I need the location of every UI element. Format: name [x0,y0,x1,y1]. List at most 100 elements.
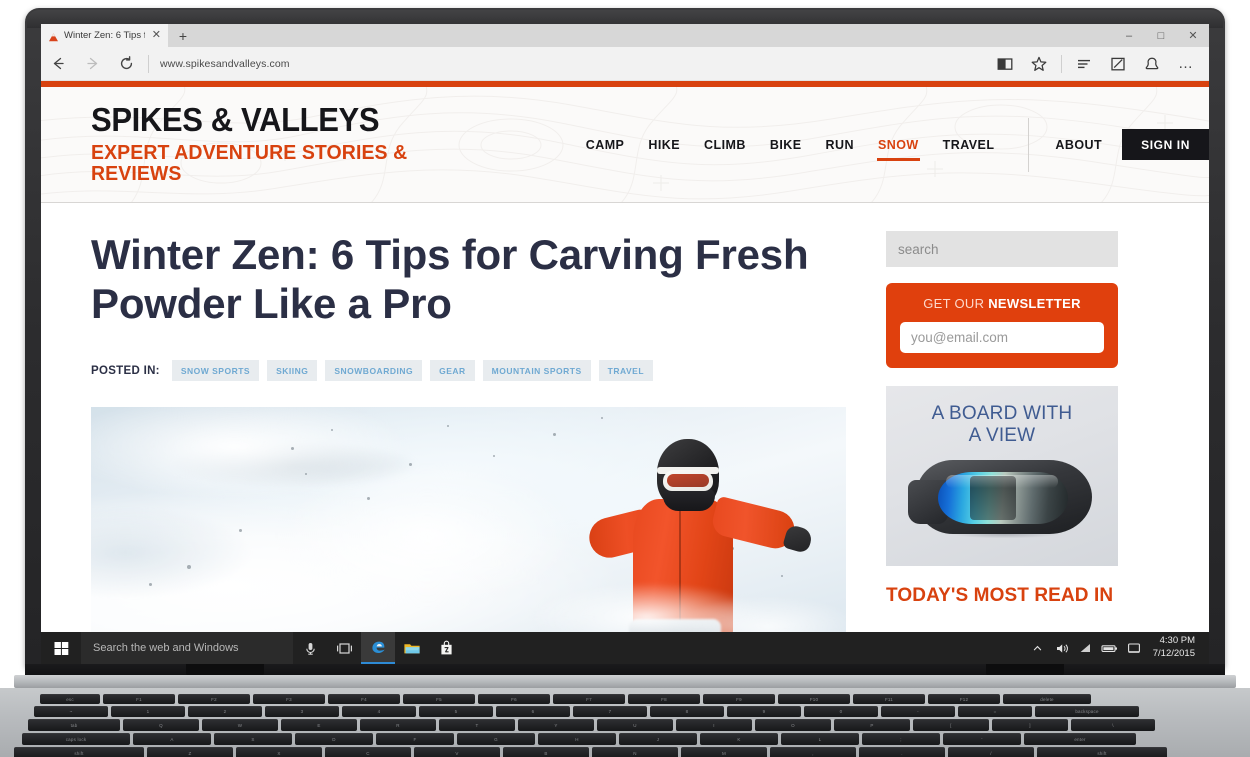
keyboard-key[interactable]: . [859,747,945,757]
keyboard-key[interactable]: H [538,733,616,745]
keyboard-key[interactable]: B [503,747,589,757]
taskbar-search-box[interactable]: Search the web and Windows [81,632,293,664]
keyboard-key[interactable]: F5 [403,694,475,704]
nav-item-hike[interactable]: HIKE [636,138,692,152]
network-icon[interactable] [1075,642,1097,654]
maximize-button[interactable]: □ [1145,30,1177,42]
newsletter-email-box[interactable] [900,322,1104,353]
keyboard-key[interactable]: F [376,733,454,745]
search-box[interactable] [886,231,1118,267]
store-icon[interactable] [429,632,463,664]
keyboard-key[interactable]: shift [14,747,144,757]
keyboard-key[interactable]: M [681,747,767,757]
keyboard-key[interactable]: \ [1071,719,1155,731]
keyboard-key[interactable]: F11 [853,694,925,704]
edge-icon[interactable] [361,632,395,664]
keyboard-key[interactable]: E [281,719,357,731]
new-tab-button[interactable]: + [168,24,198,47]
file-explorer-icon[interactable] [395,632,429,664]
tag-snowboarding[interactable]: SNOWBOARDING [325,360,423,382]
battery-icon[interactable] [1099,643,1121,654]
keyboard-key[interactable]: Q [123,719,199,731]
tag-snow-sports[interactable]: SNOW SPORTS [171,360,260,382]
keyboard-key[interactable]: F6 [478,694,550,704]
keyboard-key[interactable]: F7 [553,694,625,704]
keyboard-key[interactable]: 3 [265,706,339,717]
notification-icon[interactable] [1123,642,1145,655]
keyboard-key[interactable]: 7 [573,706,647,717]
search-input[interactable] [898,241,1106,257]
keyboard-key[interactable]: delete [1003,694,1091,704]
keyboard-key[interactable]: U [597,719,673,731]
keyboard-key[interactable]: F2 [178,694,250,704]
keyboard-key[interactable]: 2 [188,706,262,717]
taskbar-clock[interactable]: 4:30 PM 7/12/2015 [1147,635,1203,661]
forward-icon[interactable] [75,47,109,81]
sidebar-advertisement[interactable]: A BOARD WITH A VIEW [886,386,1118,566]
favorites-star-icon[interactable] [1022,47,1056,81]
keyboard-key[interactable]: tab [28,719,120,731]
keyboard-key[interactable]: = [958,706,1032,717]
keyboard-key[interactable]: ~ [34,706,108,717]
sign-in-button[interactable]: SIGN IN [1122,129,1209,160]
keyboard-key[interactable]: F8 [628,694,700,704]
reading-list-icon[interactable] [1067,47,1101,81]
tag-gear[interactable]: GEAR [430,360,475,382]
close-window-button[interactable]: ✕ [1177,29,1209,42]
keyboard-key[interactable]: 0 [804,706,878,717]
keyboard-key[interactable]: F12 [928,694,1000,704]
keyboard-key[interactable]: O [755,719,831,731]
nav-item-travel[interactable]: TRAVEL [931,138,1007,152]
keyboard-key[interactable]: L [781,733,859,745]
web-note-icon[interactable] [1101,47,1135,81]
close-icon[interactable]: ✕ [150,30,163,41]
browser-tab[interactable]: Winter Zen: 6 Tips for ✕ [41,24,168,47]
keyboard-key[interactable]: - [881,706,955,717]
keyboard-key[interactable]: X [236,747,322,757]
keyboard-key[interactable]: F9 [703,694,775,704]
nav-item-camp[interactable]: CAMP [574,138,637,152]
keyboard-key[interactable]: W [202,719,278,731]
keyboard-key[interactable]: N [592,747,678,757]
keyboard-key[interactable]: D [295,733,373,745]
keyboard-key[interactable]: K [700,733,778,745]
keyboard-key[interactable]: 5 [419,706,493,717]
address-bar[interactable]: www.spikesandvalleys.com [154,58,988,70]
microphone-icon[interactable] [293,632,327,664]
keyboard-key[interactable]: T [439,719,515,731]
keyboard-key[interactable]: V [414,747,500,757]
keyboard-key[interactable]: ; [862,733,940,745]
tag-travel[interactable]: TRAVEL [598,360,654,382]
keyboard-key[interactable]: P [834,719,910,731]
reading-view-icon[interactable] [988,47,1022,81]
newsletter-email-input[interactable] [911,330,1093,345]
keyboard-key[interactable]: esc [40,694,100,704]
minimize-button[interactable]: – [1113,30,1145,42]
tray-chevron-up-icon[interactable] [1027,644,1049,653]
windows-start-icon[interactable] [41,632,81,664]
tag-skiing[interactable]: SKIING [267,360,318,382]
nav-item-run[interactable]: RUN [814,138,866,152]
keyboard-key[interactable]: F1 [103,694,175,704]
keyboard-key[interactable]: 8 [650,706,724,717]
more-actions-icon[interactable]: … [1169,47,1203,81]
back-icon[interactable] [41,47,75,81]
tag-mountain-sports[interactable]: MOUNTAIN SPORTS [482,360,591,382]
keyboard-key[interactable]: F10 [778,694,850,704]
keyboard-key[interactable]: caps lock [22,733,130,745]
keyboard-key[interactable]: ' [943,733,1021,745]
keyboard-key[interactable]: 1 [111,706,185,717]
keyboard-key[interactable]: 4 [342,706,416,717]
nav-item-snow[interactable]: SNOW [866,138,931,161]
keyboard-key[interactable]: 6 [496,706,570,717]
keyboard-key[interactable]: I [676,719,752,731]
keyboard-key[interactable]: enter [1024,733,1136,745]
share-icon[interactable] [1135,47,1169,81]
keyboard-key[interactable]: R [360,719,436,731]
keyboard-key[interactable]: S [214,733,292,745]
keyboard-key[interactable]: , [770,747,856,757]
keyboard-key[interactable]: [ [913,719,989,731]
nav-item-about[interactable]: ABOUT [1043,138,1114,152]
nav-item-climb[interactable]: CLIMB [692,138,758,152]
keyboard-key[interactable]: ] [992,719,1068,731]
